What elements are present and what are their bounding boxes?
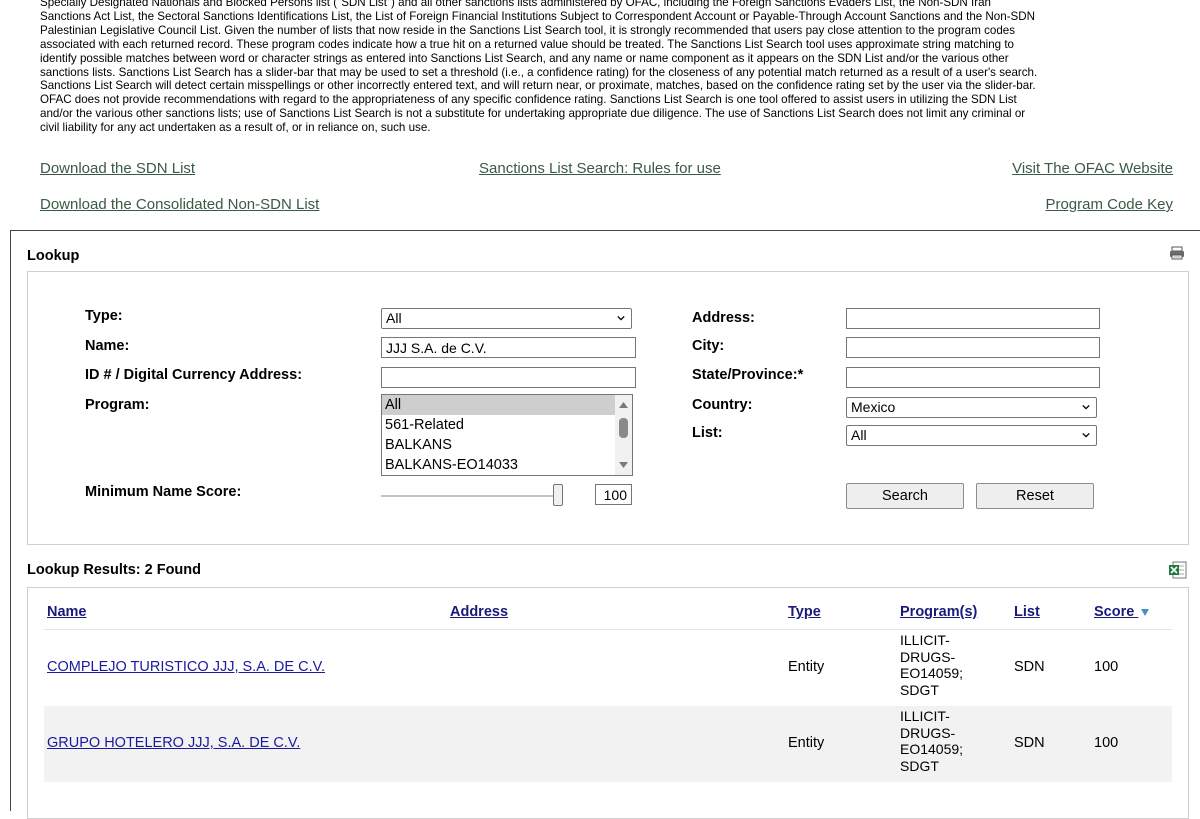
score-slider-track[interactable] xyxy=(381,495,561,497)
column-header-programs[interactable]: Program(s) xyxy=(900,604,977,620)
sort-down-icon xyxy=(1141,608,1150,616)
program-code: SDGT xyxy=(900,757,939,774)
result-score: 100 xyxy=(1094,735,1119,751)
type-label: Type: xyxy=(85,308,123,324)
city-input[interactable] xyxy=(846,337,1100,358)
result-programs: ILLICIT- DRUGS- EO14059; SDGT xyxy=(900,708,980,774)
name-label: Name: xyxy=(85,338,130,354)
results-title: Lookup Results: 2 Found xyxy=(27,562,201,578)
column-header-type[interactable]: Type xyxy=(788,604,821,620)
program-code: EO14059; xyxy=(900,665,964,681)
search-button[interactable]: Search xyxy=(846,483,964,509)
program-code: DRUGS- xyxy=(900,724,956,741)
column-header-name[interactable]: Name xyxy=(47,604,87,620)
chevron-down-icon xyxy=(1082,432,1090,438)
state-label: State/Province:* xyxy=(692,367,804,383)
min-score-input[interactable] xyxy=(595,484,632,505)
table-row: COMPLEJO TURISTICO JJJ, S.A. DE C.V. Ent… xyxy=(44,630,1172,706)
program-code: ILLICIT- xyxy=(900,708,950,724)
result-programs: ILLICIT- DRUGS- EO14059; SDGT xyxy=(900,632,980,698)
list-select-value: All xyxy=(851,427,867,443)
excel-export-icon[interactable] xyxy=(1168,560,1188,585)
city-label: City: xyxy=(692,338,725,354)
lookup-title: Lookup xyxy=(27,248,80,264)
result-name-link[interactable]: GRUPO HOTELERO JJJ, S.A. DE C.V. xyxy=(47,735,300,751)
min-score-label: Minimum Name Score: xyxy=(85,484,242,500)
score-slider-thumb[interactable] xyxy=(553,484,563,506)
intro-line: Specially Designated Nationals and Block… xyxy=(40,0,991,9)
program-scrollbar[interactable] xyxy=(615,395,632,475)
program-code: DRUGS- xyxy=(900,648,956,665)
column-header-address[interactable]: Address xyxy=(450,604,508,620)
name-input[interactable] xyxy=(381,337,636,358)
intro-line: and/or the various other sanctions lists… xyxy=(40,107,1026,121)
program-option[interactable]: 561-Related xyxy=(382,415,632,435)
program-code-key-link[interactable]: Program Code Key xyxy=(1045,196,1173,213)
program-option[interactable]: BALKANS xyxy=(382,435,632,455)
result-list: SDN xyxy=(1014,659,1045,675)
intro-line: sanctions lists. Sanctions List Search h… xyxy=(40,65,1038,79)
program-option[interactable]: BALKANS-EO14033 xyxy=(382,455,632,475)
visit-ofac-website-link[interactable]: Visit The OFAC Website xyxy=(1012,160,1173,177)
id-label: ID # / Digital Currency Address: xyxy=(85,367,303,383)
intro-paragraph: Specially Designated Nationals and Block… xyxy=(40,0,1170,135)
list-select[interactable]: All xyxy=(846,425,1097,446)
intro-line: identify possible matches between word o… xyxy=(40,51,1009,65)
result-name-link[interactable]: COMPLEJO TURISTICO JJJ, S.A. DE C.V. xyxy=(47,659,325,675)
program-code: EO14059; xyxy=(900,741,964,757)
intro-line: Sanctions Act List, the Sectoral Sanctio… xyxy=(40,9,1036,23)
intro-line: Palestinian Legislative Council List. Gi… xyxy=(40,23,1016,37)
country-label: Country: xyxy=(692,397,753,413)
type-select[interactable]: All xyxy=(381,308,632,329)
download-consolidated-list-link[interactable]: Download the Consolidated Non-SDN List xyxy=(40,196,319,213)
table-row: GRUPO HOTELERO JJJ, S.A. DE C.V. Entity … xyxy=(44,706,1172,782)
program-option[interactable]: All xyxy=(382,395,615,415)
results-table: Name Address Type Program(s) List Score … xyxy=(27,587,1189,819)
column-header-list[interactable]: List xyxy=(1014,604,1040,620)
intro-line: OFAC does not provide recommendations wi… xyxy=(40,93,1017,107)
result-type: Entity xyxy=(788,659,825,675)
result-type: Entity xyxy=(788,735,825,751)
intro-line: civil liability for any act undertaken a… xyxy=(40,121,431,135)
column-header-score[interactable]: Score xyxy=(1094,604,1150,620)
column-header-score-label: Score xyxy=(1094,604,1135,620)
program-code: SDGT xyxy=(900,681,939,698)
country-select[interactable]: Mexico xyxy=(846,397,1097,418)
country-select-value: Mexico xyxy=(851,399,896,415)
address-label: Address: xyxy=(692,310,755,326)
rules-for-use-link[interactable]: Sanctions List Search: Rules for use xyxy=(479,160,721,177)
search-panel: Lookup Type: Name: ID # / Digital Curren… xyxy=(10,230,1200,819)
result-list: SDN xyxy=(1014,735,1045,751)
download-sdn-list-link[interactable]: Download the SDN List xyxy=(40,160,195,177)
program-listbox[interactable]: All 561-Related BALKANS BALKANS-EO14033 xyxy=(381,394,633,476)
chevron-down-icon xyxy=(617,315,625,321)
printer-icon[interactable] xyxy=(1169,246,1185,265)
address-input[interactable] xyxy=(846,308,1100,329)
result-score: 100 xyxy=(1094,659,1119,675)
lookup-form: Type: Name: ID # / Digital Currency Addr… xyxy=(27,271,1189,545)
list-label: List: xyxy=(692,425,723,441)
id-input[interactable] xyxy=(381,367,636,388)
chevron-down-icon xyxy=(1082,404,1090,410)
state-input[interactable] xyxy=(846,367,1100,388)
type-select-value: All xyxy=(386,310,402,326)
reset-button[interactable]: Reset xyxy=(976,483,1094,509)
intro-line: associated with each returned record. Th… xyxy=(40,37,1015,51)
program-code: ILLICIT- xyxy=(900,632,950,648)
intro-line: Sanctions List Search will detect certai… xyxy=(40,79,1036,93)
program-label: Program: xyxy=(85,397,150,413)
